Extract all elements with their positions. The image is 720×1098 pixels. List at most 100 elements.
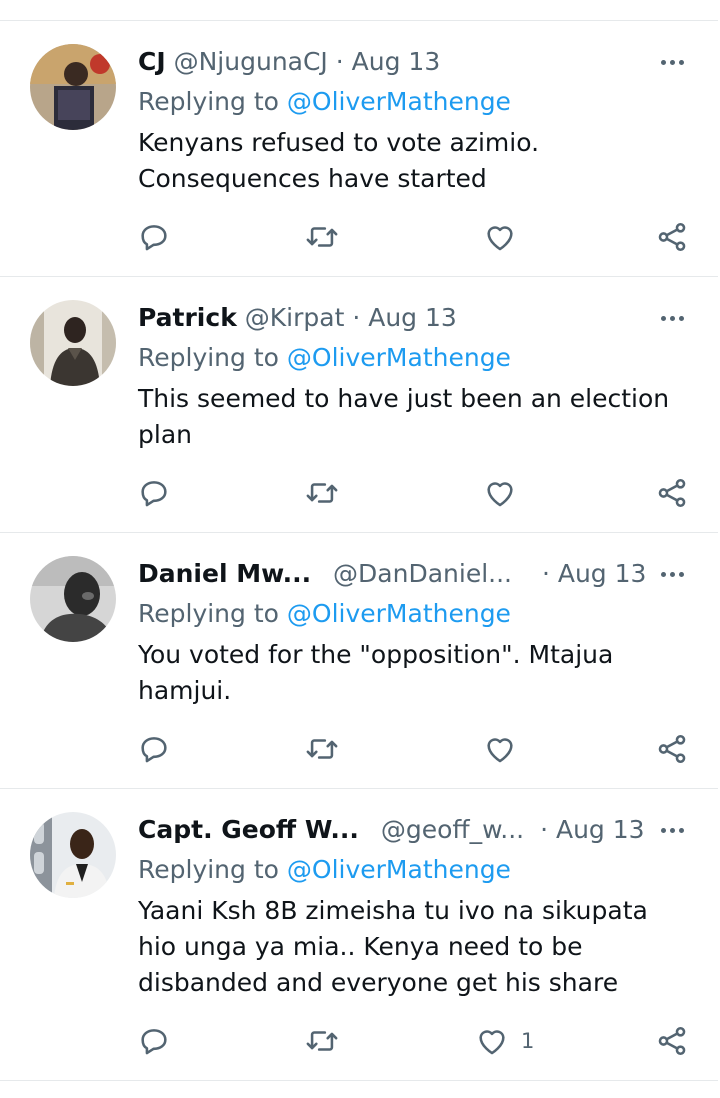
replying-to-link[interactable]: @OliverMathenge xyxy=(287,599,511,628)
tweet-header: Patrick @Kirpat · Aug 13 xyxy=(138,298,457,338)
tweet-text-line: This seemed to have just been an electio… xyxy=(138,384,670,413)
divider xyxy=(0,276,718,277)
tweet-actions xyxy=(0,729,718,769)
reply-icon xyxy=(141,225,167,251)
avatar[interactable] xyxy=(30,300,116,386)
like-button[interactable] xyxy=(483,473,529,513)
heart-icon xyxy=(487,482,513,507)
retweet-button[interactable] xyxy=(305,473,339,513)
tweet-text: Yaani Ksh 8B zimeisha tu ivo na sikupata… xyxy=(138,893,678,1001)
more-button[interactable] xyxy=(652,810,692,850)
replying-to-label: Replying to xyxy=(138,855,279,884)
replying-to: Replying to @OliverMathenge xyxy=(138,594,511,634)
avatar[interactable] xyxy=(30,812,116,898)
replying-to: Replying to @OliverMathenge xyxy=(138,850,511,890)
reply-feed: CJ @NjugunaCJ · Aug 13 Replying to @Oliv… xyxy=(0,0,720,1098)
handle[interactable]: @Kirpat xyxy=(245,303,345,332)
reply-icon xyxy=(141,1029,167,1055)
timestamp[interactable]: · Aug 13 xyxy=(540,815,644,844)
avatar[interactable] xyxy=(30,44,116,130)
tweet-text-line: hio unga ya mia.. Kenya need to be xyxy=(138,932,583,961)
replying-to-label: Replying to xyxy=(138,87,279,116)
divider xyxy=(0,1080,718,1081)
reply-tweet[interactable]: CJ @NjugunaCJ · Aug 13 Replying to @Oliv… xyxy=(0,42,718,276)
divider xyxy=(0,20,718,21)
reply-tweet[interactable]: Patrick @Kirpat · Aug 13 Replying to @Ol… xyxy=(0,298,718,532)
tweet-header: Capt. Geoff W... @geoff_w... · Aug 13 xyxy=(138,810,645,850)
tweet-actions xyxy=(0,217,718,257)
tweet-text-line: Consequences have started xyxy=(138,164,487,193)
share-button[interactable] xyxy=(655,473,689,513)
reply-button[interactable] xyxy=(137,473,171,513)
tweet-text: Kenyans refused to vote azimio. Conseque… xyxy=(138,125,678,197)
tweet-actions xyxy=(0,473,718,513)
like-count: 1 xyxy=(521,1029,535,1053)
tweet-actions: 1 xyxy=(0,1021,718,1061)
reply-icon xyxy=(141,481,167,507)
divider xyxy=(0,532,718,533)
more-button[interactable] xyxy=(652,42,692,82)
retweet-icon xyxy=(306,1031,338,1051)
share-button[interactable] xyxy=(655,1021,689,1061)
like-button[interactable] xyxy=(483,729,529,769)
more-button[interactable] xyxy=(652,554,692,594)
replying-to-link[interactable]: @OliverMathenge xyxy=(287,87,511,116)
like-button[interactable]: 1 xyxy=(475,1021,534,1061)
heart-icon xyxy=(479,1030,505,1055)
like-button[interactable] xyxy=(483,217,529,257)
timestamp[interactable]: · Aug 13 xyxy=(352,303,456,332)
divider xyxy=(0,788,718,789)
handle[interactable]: @geoff_w... xyxy=(381,815,524,844)
handle[interactable]: @DanDaniel... xyxy=(333,559,512,588)
display-name[interactable]: CJ xyxy=(138,47,166,76)
display-name[interactable]: Capt. Geoff W... xyxy=(138,815,359,844)
tweet-header: Daniel Mw... @DanDaniel... · Aug 13 xyxy=(138,554,646,594)
more-icon xyxy=(660,59,666,65)
tweet-text-line: hamjui. xyxy=(138,676,232,705)
replying-to: Replying to @OliverMathenge xyxy=(138,338,511,378)
tweet-header: CJ @NjugunaCJ · Aug 13 xyxy=(138,42,440,82)
retweet-icon xyxy=(306,739,338,759)
tweet-text-line: Kenyans refused to vote azimio. xyxy=(138,128,540,157)
replying-to-label: Replying to xyxy=(138,343,279,372)
more-icon xyxy=(660,827,666,833)
tweet-text-line: plan xyxy=(138,420,192,449)
display-name[interactable]: Patrick xyxy=(138,303,237,332)
more-button[interactable] xyxy=(652,298,692,338)
tweet-text-line: Yaani Ksh 8B zimeisha tu ivo na sikupata xyxy=(138,896,648,925)
tweet-text-line: You voted for the "opposition". Mtajua xyxy=(138,640,614,669)
reply-button[interactable] xyxy=(137,217,171,257)
replying-to-link[interactable]: @OliverMathenge xyxy=(287,343,511,372)
heart-icon xyxy=(487,738,513,763)
share-icon xyxy=(658,478,686,508)
heart-icon xyxy=(487,226,513,251)
tweet-text: You voted for the "opposition". Mtajua h… xyxy=(138,637,678,709)
retweet-button[interactable] xyxy=(305,217,339,257)
share-button[interactable] xyxy=(655,217,689,257)
reply-button[interactable] xyxy=(137,1021,171,1061)
tweet-text-line: disbanded and everyone get his share xyxy=(138,968,619,997)
share-icon xyxy=(658,222,686,252)
replying-to-link[interactable]: @OliverMathenge xyxy=(287,855,511,884)
handle[interactable]: @NjugunaCJ xyxy=(174,47,328,76)
replying-to: Replying to @OliverMathenge xyxy=(138,82,511,122)
reply-button[interactable] xyxy=(137,729,171,769)
retweet-icon xyxy=(306,227,338,247)
reply-tweet[interactable]: Capt. Geoff W... @geoff_w... · Aug 13 Re… xyxy=(0,810,718,1080)
share-icon xyxy=(658,1026,686,1056)
replying-to-label: Replying to xyxy=(138,599,279,628)
share-icon xyxy=(658,734,686,764)
tweet-text: This seemed to have just been an electio… xyxy=(138,381,678,453)
display-name[interactable]: Daniel Mw... xyxy=(138,559,311,588)
timestamp[interactable]: · Aug 13 xyxy=(542,559,646,588)
reply-icon xyxy=(141,737,167,763)
more-icon xyxy=(660,315,666,321)
retweet-icon xyxy=(306,483,338,503)
more-icon xyxy=(660,571,666,577)
share-button[interactable] xyxy=(655,729,689,769)
reply-tweet[interactable]: Daniel Mw... @DanDaniel... · Aug 13 Repl… xyxy=(0,554,718,788)
avatar[interactable] xyxy=(30,556,116,642)
retweet-button[interactable] xyxy=(305,729,339,769)
retweet-button[interactable] xyxy=(305,1021,339,1061)
timestamp[interactable]: · Aug 13 xyxy=(336,47,440,76)
